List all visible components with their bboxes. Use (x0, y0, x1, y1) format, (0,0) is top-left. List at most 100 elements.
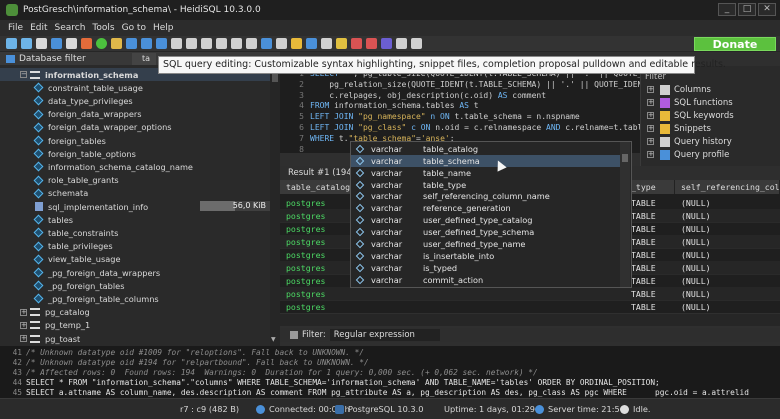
expand-icon[interactable]: + (647, 138, 654, 145)
toolbar-button-icon-14[interactable] (216, 38, 227, 49)
table-row[interactable]: postgres TABLE (NULL) (280, 287, 780, 301)
tree-item[interactable]: role_table_grants (0, 174, 280, 187)
expand-icon[interactable]: + (647, 99, 654, 106)
column-header[interactable]: self_referencing_colu (675, 180, 780, 194)
toolbar-button-icon-21[interactable] (321, 38, 332, 49)
toolbar-button-icon-10[interactable] (156, 38, 167, 49)
toolbar-button-icon-25[interactable] (381, 38, 392, 49)
menu-search[interactable]: Search (55, 23, 86, 33)
table-cell[interactable]: TABLE (625, 300, 656, 313)
helper-item[interactable]: + Query history (647, 135, 732, 148)
sql-editor[interactable]: 1SELECT * , pg_table_size(QUOTE_IDENT(t.… (280, 66, 640, 153)
tree-item[interactable]: _pg_foreign_data_wrappers (0, 266, 280, 279)
table-cell[interactable]: postgres (280, 261, 325, 275)
toolbar-button-icon-12[interactable] (186, 38, 197, 49)
tree-item[interactable]: sql_implementation_info 56,0 KiB (0, 200, 280, 213)
table-cell[interactable]: postgres (280, 196, 325, 210)
expand-icon[interactable]: + (20, 321, 27, 329)
table-cell[interactable]: (NULL) (675, 274, 711, 288)
tree-scrollbar[interactable]: ▼ (270, 66, 280, 346)
helper-item[interactable]: + Query profile (647, 148, 729, 161)
toolbar-button-icon-13[interactable] (201, 38, 212, 49)
tree-item[interactable]: _pg_foreign_table_columns (0, 292, 280, 305)
helper-item[interactable]: + Snippets (647, 122, 711, 135)
toolbar-button-icon-11[interactable] (171, 38, 182, 49)
expand-icon[interactable]: + (647, 125, 654, 132)
tree-item[interactable]: information_schema_catalog_name (0, 160, 280, 173)
expand-icon[interactable]: + (20, 308, 27, 316)
collapse-icon[interactable]: − (20, 71, 27, 78)
toolbar-button-icon-4[interactable] (66, 38, 77, 49)
table-cell[interactable]: (NULL) (675, 196, 711, 210)
expand-icon[interactable]: + (647, 86, 654, 93)
menu-goto[interactable]: Go to (122, 23, 146, 33)
toolbar-button-icon-22[interactable] (336, 38, 347, 49)
completion-item[interactable]: varchar user_defined_type_name (351, 238, 621, 250)
completion-item[interactable]: varchar reference_generation (351, 203, 621, 215)
table-cell[interactable]: postgres (280, 300, 325, 313)
table-row[interactable]: postgres TABLE (NULL) (280, 300, 780, 313)
tree-item[interactable]: + pg_temp_1 (0, 319, 280, 332)
table-cell[interactable]: (NULL) (675, 261, 711, 275)
tree-item[interactable]: foreign_data_wrappers (0, 108, 280, 121)
helper-item[interactable]: + SQL functions (647, 96, 733, 109)
toolbar-button-icon-7[interactable] (111, 38, 122, 49)
toolbar-button-icon-27[interactable] (411, 38, 422, 49)
expand-icon[interactable]: + (20, 335, 27, 342)
tree-item[interactable]: schemata (0, 187, 280, 200)
tree-item[interactable]: table_privileges (0, 240, 280, 253)
tree-item[interactable]: foreign_table_options (0, 147, 280, 160)
tree-item[interactable]: table_constraints (0, 226, 280, 239)
toolbar-button-icon-24[interactable] (366, 38, 377, 49)
tree-item[interactable]: view_table_usage (0, 253, 280, 266)
toolbar-button-icon-3[interactable] (51, 38, 62, 49)
toolbar-button-icon-8[interactable] (126, 38, 137, 49)
expand-icon[interactable]: + (647, 151, 654, 158)
tree-item[interactable]: constraint_table_usage (0, 81, 280, 94)
table-cell[interactable]: postgres (280, 287, 325, 301)
minimize-button[interactable]: _ (718, 3, 736, 16)
toolbar-button-icon-26[interactable] (396, 38, 407, 49)
menu-file[interactable]: File (8, 23, 23, 33)
toolbar-button-icon-1[interactable] (21, 38, 32, 49)
table-filter-tab[interactable]: ta (132, 53, 156, 65)
tree-item[interactable]: data_type_privileges (0, 94, 280, 107)
donate-button[interactable]: Donate (694, 37, 776, 51)
completion-scroll-thumb[interactable] (622, 154, 628, 162)
close-button[interactable]: ✕ (758, 3, 776, 16)
table-cell[interactable]: postgres (280, 209, 325, 223)
completion-item[interactable]: varchar is_insertable_into (351, 250, 621, 262)
toolbar-button-icon-6[interactable] (96, 38, 107, 49)
tab-result-1[interactable]: Result #1 (194 r (288, 168, 358, 178)
toolbar-button-icon-0[interactable] (6, 38, 17, 49)
completion-item[interactable]: varchar self_referencing_column_name (351, 191, 621, 203)
toolbar-button-icon-19[interactable] (291, 38, 302, 49)
completion-item[interactable]: varchar commit_action (351, 274, 621, 286)
toolbar-button-icon-17[interactable] (261, 38, 272, 49)
tree-item[interactable]: foreign_data_wrapper_options (0, 121, 280, 134)
completion-item[interactable]: varchar table_name (351, 167, 621, 179)
toolbar-button-icon-23[interactable] (351, 38, 362, 49)
table-cell[interactable]: postgres (280, 274, 325, 288)
toolbar-button-icon-15[interactable] (231, 38, 242, 49)
menu-edit[interactable]: Edit (30, 23, 47, 33)
menu-tools[interactable]: Tools (92, 23, 114, 33)
table-cell[interactable]: (NULL) (675, 248, 711, 262)
expand-icon[interactable]: + (647, 112, 654, 119)
table-cell[interactable]: postgres (280, 222, 325, 236)
completion-item[interactable]: varchar user_defined_type_schema (351, 226, 621, 238)
tree-item[interactable]: foreign_tables (0, 134, 280, 147)
completion-item[interactable]: varchar is_typed (351, 262, 621, 274)
toolbar-button-icon-5[interactable] (81, 38, 92, 49)
table-cell[interactable]: TABLE (625, 287, 656, 301)
table-cell[interactable]: postgres (280, 248, 325, 262)
tree-item[interactable]: tables (0, 213, 280, 226)
table-cell[interactable]: (NULL) (675, 222, 711, 236)
column-header[interactable]: _type (625, 180, 675, 194)
table-cell[interactable]: (NULL) (675, 235, 711, 249)
toolbar-button-icon-20[interactable] (306, 38, 317, 49)
menu-help[interactable]: Help (153, 23, 174, 33)
completion-scrollbar[interactable] (620, 142, 630, 287)
tree-item[interactable]: _pg_foreign_tables (0, 279, 280, 292)
scroll-down-icon[interactable]: ▼ (271, 336, 279, 344)
